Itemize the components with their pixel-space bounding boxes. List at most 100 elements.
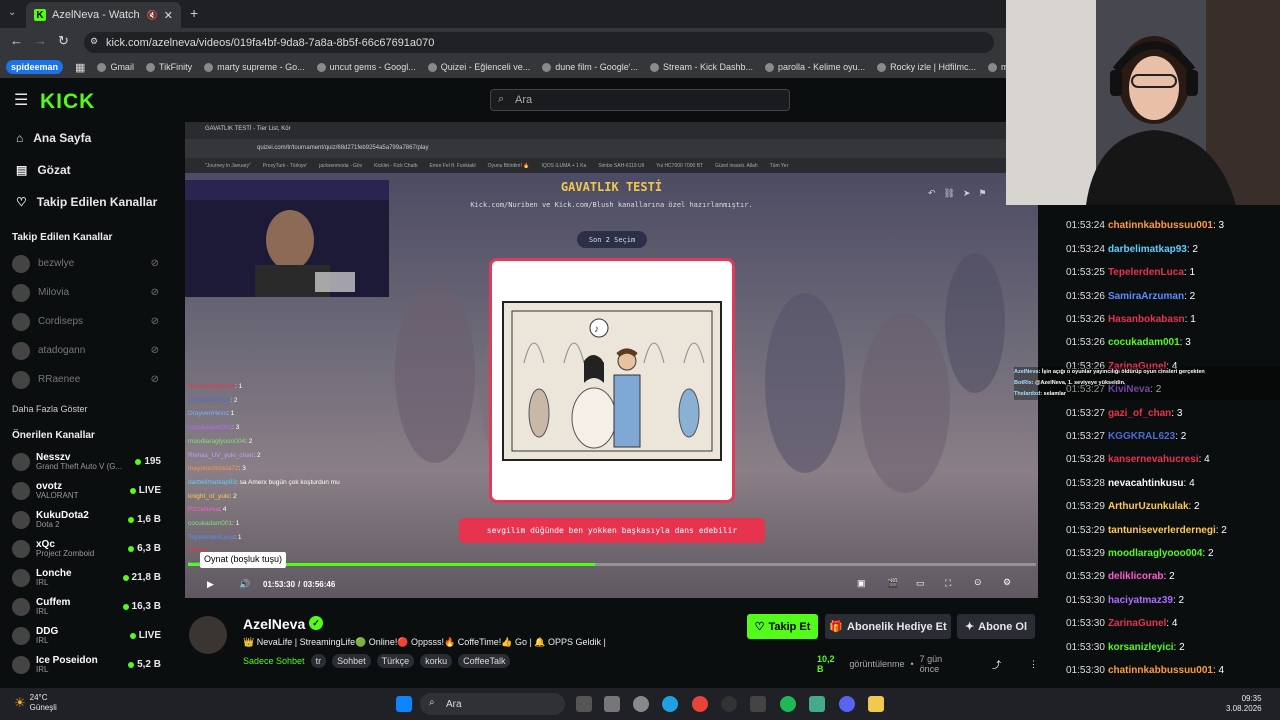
chat-username[interactable]: KGGKRAL623 [1108,431,1175,442]
chat-username[interactable]: kansernevahucresi [1108,454,1199,465]
settings-gear-icon[interactable]: ⚙ [1003,577,1011,588]
subscribe-button[interactable]: ✦ Abone Ol [957,614,1035,639]
more-options-icon[interactable]: ⋮ [1029,659,1038,670]
search-input[interactable]: ⌕ Ara [490,89,790,111]
followed-channel[interactable]: Milovia ⊘ [0,278,175,307]
address-input[interactable]: ⚙ kick.com/azelneva/videos/019fa4bf-9da8… [84,32,994,53]
chat-username[interactable]: nevacahtinkusu [1108,478,1184,489]
discord-icon[interactable] [839,696,855,712]
bookmark-item[interactable]: marty supreme - Go... [204,62,305,72]
weather-widget[interactable]: ☀ 24°C Güneşli [14,693,57,713]
forward-icon[interactable]: → [34,33,47,48]
share-icon[interactable]: ⤴ [992,658,1001,671]
browser-tab[interactable]: K AzelNeva - Watch the VOD 🔇 ✕ [26,2,181,28]
bookmark-item[interactable]: dune film - Google'... [542,62,638,72]
show-more-link[interactable]: Daha Fazla Göster [0,394,175,420]
profile-chip[interactable]: spideeman [6,60,64,74]
bookmark-item[interactable]: uncut gems - Googl... [316,62,416,72]
video-progress-bar[interactable] [188,563,1036,566]
nav-item[interactable]: ⌂ Ana Sayfa [0,122,175,154]
file-explorer-icon[interactable] [868,696,884,712]
spotify-icon[interactable] [780,696,796,712]
chat-username[interactable]: deliklicorab [1108,571,1164,582]
widgets-icon[interactable] [604,696,620,712]
tag-chip[interactable]: tr [310,654,327,668]
bookmark-item[interactable]: Stream - Kick Dashb... [650,62,753,72]
chat-username[interactable]: cocukadam001 [1108,337,1180,348]
bookmark-item[interactable]: Gmail [97,62,134,72]
volume-icon[interactable]: 🔊 [239,579,250,590]
chat-username[interactable]: Hasanbokabasn [1108,314,1185,325]
fullscreen-icon[interactable]: ⛶ [945,578,951,589]
apps-grid-icon[interactable]: ▦ [75,61,85,74]
channel-name[interactable]: AzelNeva [243,616,305,632]
bookmark-item[interactable]: Quizei - Eğlenceli ve... [427,62,530,72]
quiz-answer-label[interactable]: sevgilim düğünde ben yokken başkasıyla d… [459,518,765,543]
followed-channel[interactable]: RRaenee ⊘ [0,365,175,394]
chat-username[interactable]: ArthurUzunkulak [1108,501,1189,512]
clip-icon[interactable]: 🎬 [887,578,898,589]
bookmark-item[interactable]: million dollar baby -... [987,62,1006,72]
undo-icon[interactable]: ↶ [928,188,936,199]
terminal-icon[interactable] [750,696,766,712]
chat-username[interactable]: moodlaraglyooo004 [1108,548,1202,559]
chat-username[interactable]: TepelerdenLuca [1108,267,1184,278]
followed-channel[interactable]: atadogann ⊘ [0,336,175,365]
playback-speed-icon[interactable]: ⊙ [974,577,982,588]
edge-icon[interactable] [662,696,678,712]
taskbar-search[interactable]: ⌕ Ara [420,693,565,715]
theater-mode-icon[interactable]: ▭ [916,578,925,589]
chat-username[interactable]: haciyatmaz39 [1108,595,1173,606]
recommended-channel[interactable]: Lonche IRL 21,8 B [0,563,175,592]
recommended-channel[interactable]: Ice Poseidon IRL 5,2 B [0,650,175,679]
chat-username[interactable]: gazi_of_chan [1108,408,1171,419]
play-icon[interactable]: ▶ [207,579,214,590]
link-icon[interactable]: ⛓ [944,188,955,199]
reload-icon[interactable]: ↻ [58,33,69,49]
task-view-icon[interactable] [576,696,592,712]
chat-username[interactable]: korsanizleyici [1108,642,1174,653]
recommended-channel[interactable]: Cuffem IRL 16,3 B [0,592,175,621]
chat-username[interactable]: tantuniseverlerdernegi [1108,525,1216,536]
site-info-icon[interactable]: ⚙ [90,36,98,47]
new-tab-icon[interactable]: + [190,5,198,21]
tag-chip[interactable]: korku [420,654,453,668]
flag-icon[interactable]: ⚑ [979,188,987,199]
recommended-channel[interactable]: KukuDota2 Dota 2 1,6 B [0,505,175,534]
obs-icon[interactable] [721,696,737,712]
recommended-channel[interactable]: DDG IRL LIVE [0,621,175,650]
followed-channel[interactable]: bezwlye ⊘ [0,249,175,278]
chat-username[interactable]: ZarinaGunel [1108,618,1166,629]
gift-sub-button[interactable]: 🎁 Abonelik Hediye Et [825,614,951,639]
tag-chip[interactable]: Sohbet [332,654,371,668]
nav-item[interactable]: ▤ Gözat [0,154,175,186]
bookmark-item[interactable]: Rocky izle | Hdfilmc... [877,62,976,72]
mute-tab-icon[interactable]: 🔇 [147,10,158,21]
close-tab-icon[interactable]: ✕ [164,9,173,22]
recommended-channel[interactable]: xQc Project Zomboid 6,3 B [0,534,175,563]
send-icon[interactable]: ➤ [963,188,971,199]
system-clock[interactable]: 09:35 3.08.2026 [1226,694,1262,714]
tag-chip[interactable]: Türkçe [376,654,415,668]
tab-list-chevron-icon[interactable]: ⌄ [8,7,16,18]
chat-username[interactable]: SamiraArzuman [1108,291,1184,302]
back-icon[interactable]: ← [10,33,23,48]
bookmark-item[interactable]: parolla - Kelime oyu... [765,62,865,72]
video-player[interactable]: GAVATLIK TESTİ - Tier List, Kör quizei.c… [185,122,1038,598]
follow-button[interactable]: ♡ Takip Et [747,614,818,639]
menu-icon[interactable]: ☰ [14,90,28,110]
channel-avatar[interactable] [189,616,227,654]
chatgpt-icon[interactable] [633,696,649,712]
category-link[interactable]: Sadece Sohbet [243,656,305,666]
chrome-icon[interactable] [692,696,708,712]
recommended-channel[interactable]: Nesszv Grand Theft Auto V (G... 195 [0,447,175,476]
tag-chip[interactable]: CoffeeTalk [458,654,511,668]
miniplayer-icon[interactable]: ▣ [857,578,866,589]
chat-username[interactable]: chatinnkabbussuu001 [1108,220,1213,231]
bookmark-item[interactable]: TikFinity [145,62,192,72]
app-icon[interactable] [809,696,825,712]
kick-logo[interactable]: KICK [40,90,95,114]
recommended-channel[interactable]: ovotz VALORANT LIVE [0,476,175,505]
start-windows-icon[interactable] [396,696,412,712]
nav-item[interactable]: ♡ Takip Edilen Kanallar [0,186,175,218]
